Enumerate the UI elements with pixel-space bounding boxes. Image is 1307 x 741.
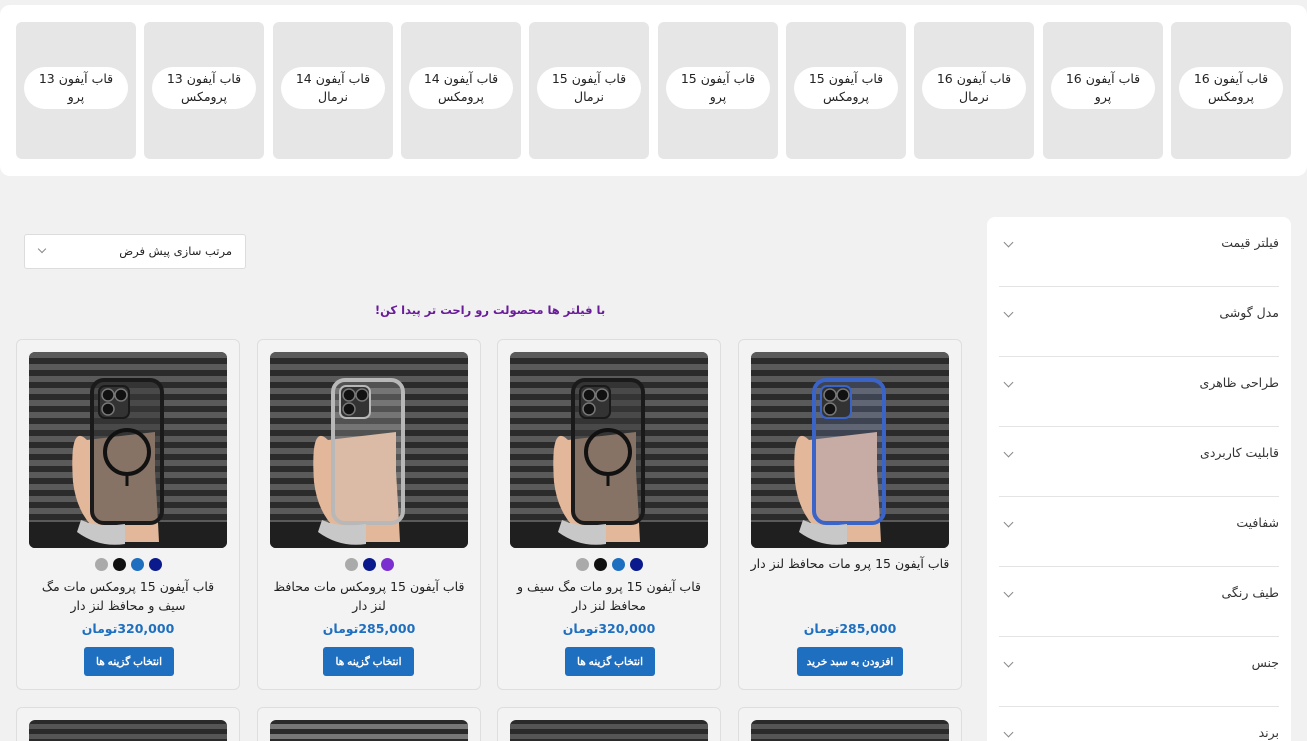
category-tile[interactable]: قاب آیفون 15 نرمال [529,22,649,159]
category-tile[interactable]: قاب آیفون 15 پرو [658,22,778,159]
sort-select[interactable]: مرتب سازی پیش فرض [24,234,246,269]
color-swatch[interactable] [629,558,643,571]
filter-phone-model[interactable]: مدل گوشی [999,287,1279,357]
filter-label: جنس [1251,655,1279,670]
category-tile[interactable]: قاب آیفون 15 پرومکس [786,22,906,159]
product-card [738,707,962,741]
filter-label: مدل گوشی [1219,305,1279,320]
product-price: 285,000تومان [322,621,416,636]
category-label: قاب آیفون 13 پرو [24,67,128,109]
select-options-button[interactable]: انتخاب گزینه ها [565,647,655,676]
color-swatch[interactable] [380,558,394,571]
category-label: قاب آیفون 15 پرو [666,67,770,109]
product-price: 285,000تومان [803,621,897,636]
product-card: قاب آیفون 15 پرو مات محافظ لنز دار 285,00… [738,339,962,690]
product-image[interactable] [270,352,468,548]
product-title[interactable]: قاب آیفون 15 پرومکس مات مگ سیف و محافظ ل… [27,577,229,615]
product-price: 320,000تومان [81,621,175,636]
product-image[interactable] [270,720,468,741]
category-tile[interactable]: قاب آیفون 14 پرومکس [401,22,521,159]
color-swatch[interactable] [575,558,589,571]
chevron-down-icon [1003,727,1014,738]
chevron-down-icon [1003,517,1014,528]
chevron-down-icon [1003,307,1014,318]
filter-label: برند [1258,725,1279,740]
filter-label: طیف رنگی [1221,585,1279,600]
product-card: قاب آیفون 15 پرو مات مگ سیف و محافظ لنز … [497,339,721,690]
product-card [497,707,721,741]
filter-sidebar: فیلتر قیمت مدل گوشی طراحی ظاهری قابلیت ک… [987,217,1291,741]
filter-label: قابلیت کاربردی [1200,445,1279,460]
product-title[interactable]: قاب آیفون 15 پرو مات محافظ لنز دار [749,554,951,573]
product-card: قاب آیفون 15 پرومکس مات مگ سیف و محافظ ل… [16,339,240,690]
category-tile[interactable]: قاب آیفون 13 پرومکس [144,22,264,159]
color-swatch[interactable] [130,558,144,571]
category-label: قاب آیفون 16 پرومکس [1179,67,1283,109]
filter-design[interactable]: طراحی ظاهری [999,357,1279,427]
filter-feature[interactable]: قابلیت کاربردی [999,427,1279,497]
select-options-button[interactable]: انتخاب گزینه ها [323,647,414,676]
filter-label: طراحی ظاهری [1199,375,1279,390]
product-card [16,707,240,741]
category-label: قاب آیفون 16 نرمال [922,67,1026,109]
category-tile[interactable]: قاب آیفون 16 نرمال [914,22,1034,159]
chevron-down-icon [1003,587,1014,598]
product-image[interactable] [29,720,227,741]
category-tile[interactable]: قاب آیفون 14 نرمال [273,22,393,159]
color-swatches [498,558,720,571]
color-swatch[interactable] [362,558,376,571]
chevron-down-icon [1003,377,1014,388]
product-image[interactable] [510,720,708,741]
filter-hint: با فیلتر ها محصولت رو راحت تر پیدا کن! [374,303,606,317]
category-tile[interactable]: قاب آیفون 13 پرو [16,22,136,159]
filter-transparency[interactable]: شفافیت [999,497,1279,567]
product-title[interactable]: قاب آیفون 15 پرو مات مگ سیف و محافظ لنز … [508,577,710,615]
filter-price[interactable]: فیلتر قیمت [999,217,1279,287]
category-label: قاب آیفون 15 نرمال [537,67,641,109]
product-image[interactable] [29,352,227,548]
color-swatch[interactable] [148,558,162,571]
category-label: قاب آیفون 15 پرومکس [794,67,898,109]
color-swatches [17,558,239,571]
product-image[interactable] [510,352,708,548]
category-strip: قاب آیفون 16 پرومکس قاب آیفون 16 پرو قاب… [0,5,1307,176]
category-label: قاب آیفون 14 نرمال [281,67,385,109]
add-to-cart-button[interactable]: افزودن به سبد خرید [797,647,903,676]
sort-label: مرتب سازی پیش فرض [119,244,232,258]
chevron-down-icon [1003,237,1014,248]
color-swatch[interactable] [344,558,358,571]
color-swatches [258,558,480,571]
category-tile[interactable]: قاب آیفون 16 پرومکس [1171,22,1291,159]
chevron-down-icon [37,244,47,254]
category-tile[interactable]: قاب آیفون 16 پرو [1043,22,1163,159]
product-price: 320,000تومان [562,621,656,636]
category-label: قاب آیفون 16 پرو [1051,67,1155,109]
filter-label: فیلتر قیمت [1221,235,1279,250]
product-card: قاب آیفون 15 پرومکس مات محافظ لنز دار 285… [257,339,481,690]
chevron-down-icon [1003,657,1014,668]
filter-color-range[interactable]: طیف رنگی [999,567,1279,637]
chevron-down-icon [1003,447,1014,458]
select-options-button[interactable]: انتخاب گزینه ها [84,647,174,676]
product-image[interactable] [751,720,949,741]
color-swatch[interactable] [611,558,625,571]
color-swatch[interactable] [112,558,126,571]
product-image[interactable] [751,352,949,548]
filter-material[interactable]: جنس [999,637,1279,707]
category-label: قاب آیفون 13 پرومکس [152,67,256,109]
product-title[interactable]: قاب آیفون 15 پرومکس مات محافظ لنز دار [268,577,470,615]
product-card [257,707,481,741]
color-swatch[interactable] [94,558,108,571]
category-label: قاب آیفون 14 پرومکس [409,67,513,109]
filter-label: شفافیت [1236,515,1279,530]
filter-brand[interactable]: برند [999,707,1279,741]
color-swatch[interactable] [593,558,607,571]
